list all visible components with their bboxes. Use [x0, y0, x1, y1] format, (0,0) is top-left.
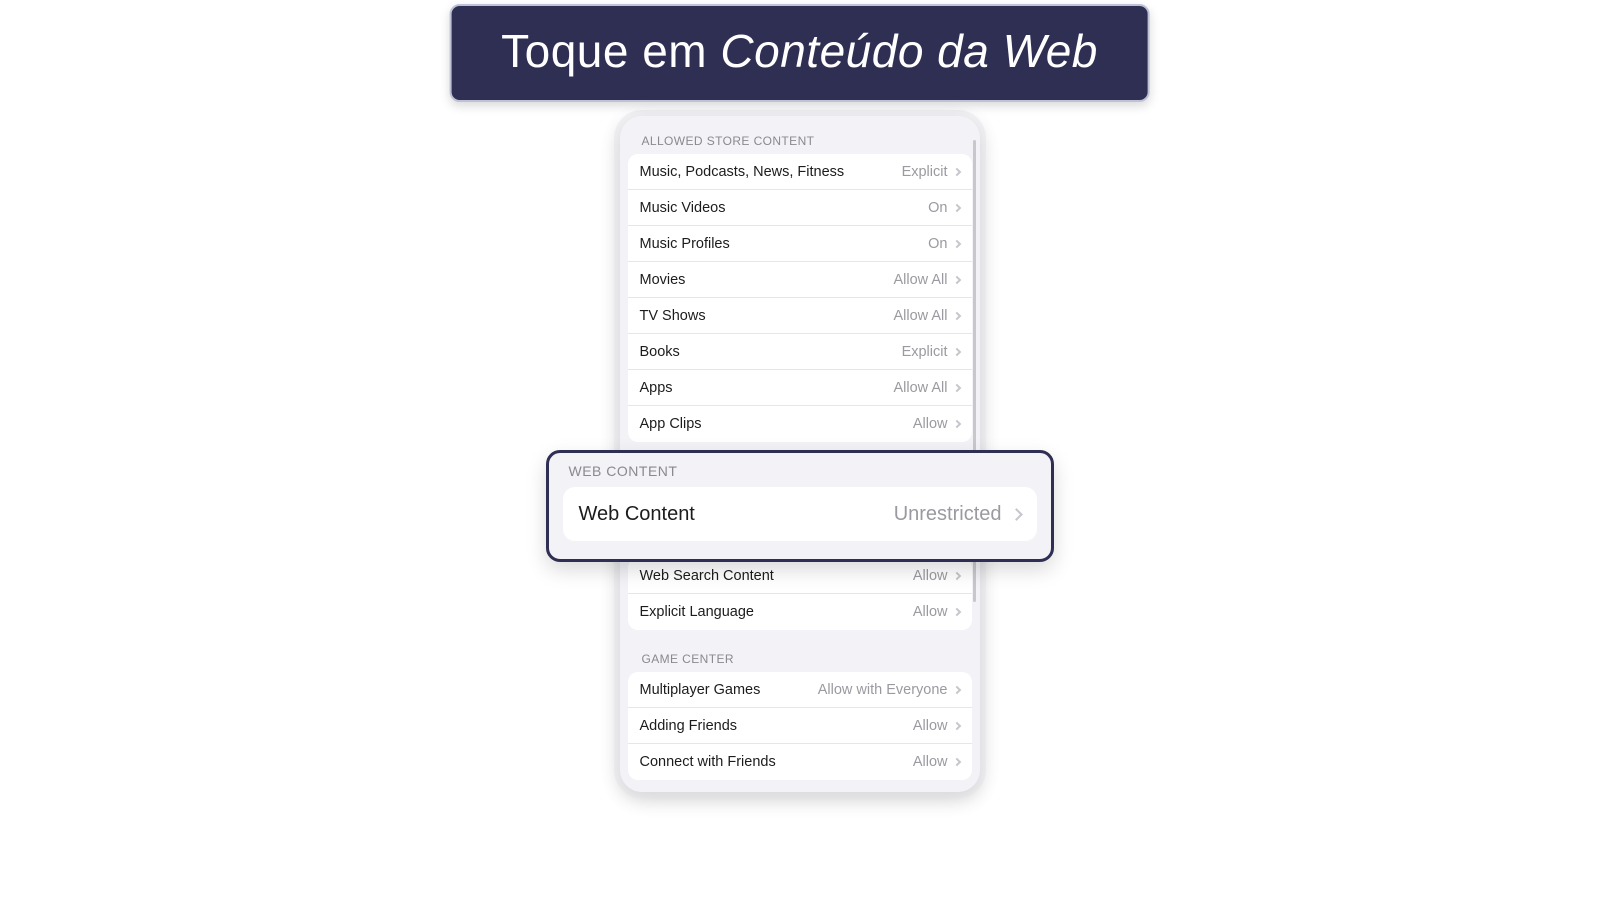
chevron-right-icon [952, 685, 960, 693]
row-label: Books [640, 344, 680, 360]
row-value: On [928, 236, 947, 252]
row-right: Allow All [894, 272, 960, 288]
row-label: Web Content [579, 503, 695, 526]
row-apps[interactable]: Apps Allow All [628, 370, 972, 406]
row-value: Allow All [894, 380, 948, 396]
row-label: Movies [640, 272, 686, 288]
row-value: Unrestricted [894, 503, 1002, 526]
row-music-podcasts[interactable]: Music, Podcasts, News, Fitness Explicit [628, 154, 972, 190]
row-multiplayer-games[interactable]: Multiplayer Games Allow with Everyone [628, 672, 972, 708]
row-label: Multiplayer Games [640, 682, 761, 698]
row-value: Allow [913, 754, 948, 770]
row-tv-shows[interactable]: TV Shows Allow All [628, 298, 972, 334]
section-header-game-center: GAME CENTER [628, 630, 972, 672]
row-label: App Clips [640, 416, 702, 432]
row-label: Explicit Language [640, 604, 754, 620]
row-right: Allow with Everyone [818, 682, 960, 698]
row-label: Music Profiles [640, 236, 730, 252]
row-value: Allow [913, 718, 948, 734]
chevron-right-icon [952, 721, 960, 729]
chevron-right-icon [952, 275, 960, 283]
section-header-allowed-store: ALLOWED STORE CONTENT [628, 116, 972, 154]
row-value: Allow [913, 568, 948, 584]
highlight-web-content: WEB CONTENT Web Content Unrestricted [546, 450, 1054, 562]
instruction-prefix: Toque em [501, 25, 720, 77]
chevron-right-icon [952, 203, 960, 211]
chevron-right-icon [952, 608, 960, 616]
row-value: On [928, 200, 947, 216]
row-right: Explicit [902, 344, 960, 360]
row-label: TV Shows [640, 308, 706, 324]
chevron-right-icon [952, 571, 960, 579]
row-adding-friends[interactable]: Adding Friends Allow [628, 708, 972, 744]
row-app-clips[interactable]: App Clips Allow [628, 406, 972, 442]
row-movies[interactable]: Movies Allow All [628, 262, 972, 298]
chevron-right-icon [952, 383, 960, 391]
row-value: Allow All [894, 272, 948, 288]
row-right: Allow [913, 416, 960, 432]
row-books[interactable]: Books Explicit [628, 334, 972, 370]
instruction-banner: Toque em Conteúdo da Web [449, 4, 1150, 102]
row-right: Allow [913, 604, 960, 620]
row-value: Explicit [902, 344, 948, 360]
row-right: Unrestricted [894, 503, 1021, 526]
row-right: Allow [913, 568, 960, 584]
list-allowed-store: Music, Podcasts, News, Fitness Explicit … [628, 154, 972, 442]
chevron-right-icon [952, 167, 960, 175]
row-right: On [928, 236, 959, 252]
row-web-content[interactable]: Web Content Unrestricted [563, 487, 1037, 541]
row-value: Allow All [894, 308, 948, 324]
row-explicit-language[interactable]: Explicit Language Allow [628, 594, 972, 630]
row-right: On [928, 200, 959, 216]
row-value: Allow [913, 604, 948, 620]
row-value: Allow [913, 416, 948, 432]
row-connect-with-friends[interactable]: Connect with Friends Allow [628, 744, 972, 780]
row-web-search-content[interactable]: Web Search Content Allow [628, 558, 972, 594]
row-music-videos[interactable]: Music Videos On [628, 190, 972, 226]
chevron-right-icon [952, 347, 960, 355]
row-label: Apps [640, 380, 673, 396]
list-game-center: Multiplayer Games Allow with Everyone Ad… [628, 672, 972, 780]
section-header-web-content: WEB CONTENT [563, 461, 1037, 487]
list-siri: Web Search Content Allow Explicit Langua… [628, 558, 972, 630]
row-label: Adding Friends [640, 718, 738, 734]
chevron-right-icon [952, 311, 960, 319]
row-label: Music Videos [640, 200, 726, 216]
row-right: Allow [913, 754, 960, 770]
row-music-profiles[interactable]: Music Profiles On [628, 226, 972, 262]
row-label: Web Search Content [640, 568, 774, 584]
chevron-right-icon [952, 239, 960, 247]
row-value: Explicit [902, 164, 948, 180]
chevron-right-icon [952, 758, 960, 766]
row-right: Allow All [894, 380, 960, 396]
row-right: Allow [913, 718, 960, 734]
chevron-right-icon [952, 420, 960, 428]
row-right: Allow All [894, 308, 960, 324]
row-label: Connect with Friends [640, 754, 776, 770]
row-label: Music, Podcasts, News, Fitness [640, 164, 845, 180]
chevron-right-icon [1010, 508, 1023, 521]
row-value: Allow with Everyone [818, 682, 948, 698]
instruction-target: Conteúdo da Web [720, 25, 1097, 77]
row-right: Explicit [902, 164, 960, 180]
